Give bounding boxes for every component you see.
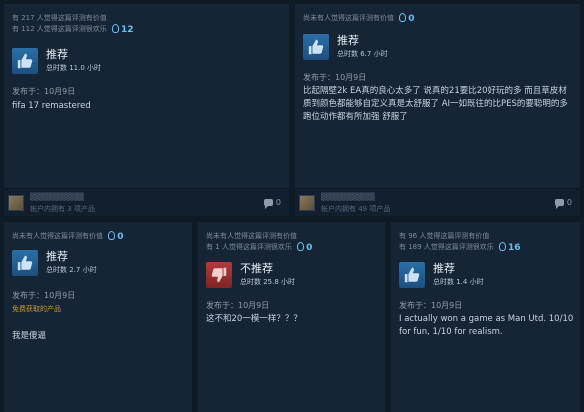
avatar[interactable] bbox=[299, 195, 315, 211]
award-count: 0 bbox=[306, 243, 313, 253]
award-icon bbox=[297, 242, 305, 251]
review-body: 比起隔壁2k EA真的良心太多了 说真的21要比20好玩的多 而且草皮材质到颜色… bbox=[303, 86, 568, 122]
award-badge[interactable]: 0 bbox=[108, 231, 124, 243]
review-card[interactable]: 有 217 人觉得这篇评测有价值 有 112 人觉得这篇评测很欢乐 12 推荐 … bbox=[4, 4, 289, 216]
playtime-hours: 总时数 6.7 小时 bbox=[337, 50, 388, 58]
funny-count-text: 有 1 人觉得这篇评测很欢乐 bbox=[206, 243, 292, 251]
review-card[interactable]: 尚未有人觉得这篇评测有价值 0 推荐 总时数 6.7 小时 发布于：10月9日 … bbox=[295, 4, 580, 216]
award-icon bbox=[112, 24, 120, 33]
posted-date: 发布于：10月9日 bbox=[399, 301, 463, 310]
avatar[interactable] bbox=[8, 195, 24, 211]
review-verdict: 推荐 总时数 6.7 小时 bbox=[303, 34, 388, 60]
comment-count[interactable]: 0 bbox=[263, 198, 281, 209]
verdict-label: 推荐 bbox=[433, 262, 455, 275]
verdict-label: 不推荐 bbox=[240, 262, 273, 275]
playtime-hours: 总时数 1.4 小时 bbox=[433, 278, 484, 286]
thumbs-down-icon bbox=[206, 262, 232, 288]
review-verdict: 推荐 总时数 2.7 小时 bbox=[12, 250, 97, 276]
comment-count-value: 0 bbox=[275, 198, 281, 207]
helpful-count: 尚未有人觉得这篇评测有价值 bbox=[206, 232, 297, 240]
helpful-count: 有 217 人觉得这篇评测有价值 bbox=[12, 14, 107, 22]
funny-count-text: 有 112 人觉得这篇评测很欢乐 bbox=[12, 25, 107, 33]
award-icon bbox=[499, 242, 507, 251]
posted-date: 发布于：10月9日 bbox=[303, 73, 367, 82]
helpful-count: 有 96 人觉得这篇评测有价值 bbox=[399, 232, 490, 240]
thumbs-up-icon bbox=[12, 250, 38, 276]
review-footer: ▒▒▒▒▒▒▒▒▒▒ 帐户内拥有 49 项产品 0 bbox=[295, 188, 580, 216]
helpful-count-text: 尚未有人觉得这篇评测有价值 bbox=[303, 14, 394, 22]
award-count: 16 bbox=[508, 243, 521, 253]
award-count: 0 bbox=[408, 14, 415, 24]
review-verdict: 不推荐 总时数 25.8 小时 bbox=[206, 262, 295, 288]
award-badge[interactable]: 16 bbox=[499, 242, 521, 254]
funny-count: 有 112 人觉得这篇评测很欢乐 12 bbox=[12, 24, 281, 36]
posted-date: 发布于：10月9日 bbox=[12, 291, 76, 300]
playtime-hours: 总时数 11.0 小时 bbox=[46, 64, 102, 72]
comment-count-value: 0 bbox=[566, 198, 572, 207]
thumbs-up-icon bbox=[303, 34, 329, 60]
review-card[interactable]: 尚未有人觉得这篇评测有价值 有 1 人觉得这篇评测很欢乐 0 不推荐 总时数 2… bbox=[198, 222, 385, 412]
award-icon bbox=[399, 13, 407, 22]
helpful-count: 尚未有人觉得这篇评测有价值 0 bbox=[303, 13, 572, 25]
review-verdict: 推荐 总时数 11.0 小时 bbox=[12, 48, 101, 74]
review-verdict: 推荐 总时数 1.4 小时 bbox=[399, 262, 484, 288]
thumbs-up-icon bbox=[12, 48, 38, 74]
award-badge[interactable]: 12 bbox=[112, 24, 134, 36]
products-owned: 帐户内拥有 3 项产品 bbox=[30, 205, 95, 213]
review-footer: ▒▒▒▒▒▒▒▒▒▒ 帐户内拥有 3 项产品 0 bbox=[4, 188, 289, 216]
verdict-label: 推荐 bbox=[46, 48, 68, 61]
products-owned: 帐户内拥有 49 项产品 bbox=[321, 205, 391, 213]
posted-date: 发布于：10月9日 bbox=[12, 87, 76, 96]
verdict-label: 推荐 bbox=[46, 250, 68, 263]
helpful-count-text: 尚未有人觉得这篇评测有价值 bbox=[12, 232, 103, 240]
verdict-label: 推荐 bbox=[337, 34, 359, 47]
award-badge[interactable]: 0 bbox=[399, 13, 415, 25]
posted-date: 发布于：10月9日 bbox=[206, 301, 270, 310]
funny-count: 有 189 人觉得这篇评测很欢乐 16 bbox=[399, 242, 572, 254]
comment-bubble-icon bbox=[263, 199, 273, 209]
helpful-count: 尚未有人觉得这篇评测有价值 0 bbox=[12, 231, 184, 243]
free-product-note: 免费获取的产品 bbox=[12, 305, 61, 313]
review-body: fifa 17 remastered bbox=[12, 101, 91, 111]
review-body: 这不和20一模一样？？？ bbox=[206, 314, 302, 324]
review-body: 我是傻逼 bbox=[12, 331, 47, 341]
review-body: I actually won a game as Man Utd. 10/10 … bbox=[399, 314, 574, 337]
author-name-blurred[interactable]: ▒▒▒▒▒▒▒▒▒▒ bbox=[30, 193, 84, 201]
award-count: 12 bbox=[121, 25, 134, 35]
thumbs-up-icon bbox=[399, 262, 425, 288]
award-icon bbox=[108, 231, 116, 240]
author-name-blurred[interactable]: ▒▒▒▒▒▒▒▒▒▒ bbox=[321, 193, 375, 201]
review-card[interactable]: 有 96 人觉得这篇评测有价值 有 189 人觉得这篇评测很欢乐 16 推荐 总… bbox=[391, 222, 580, 412]
comment-count[interactable]: 0 bbox=[554, 198, 572, 209]
award-count: 0 bbox=[117, 232, 124, 242]
funny-count: 有 1 人觉得这篇评测很欢乐 0 bbox=[206, 242, 377, 254]
playtime-hours: 总时数 2.7 小时 bbox=[46, 266, 97, 274]
review-card[interactable]: 尚未有人觉得这篇评测有价值 0 推荐 总时数 2.7 小时 发布于：10月9日 … bbox=[4, 222, 192, 412]
funny-count-text: 有 189 人觉得这篇评测很欢乐 bbox=[399, 243, 494, 251]
award-badge[interactable]: 0 bbox=[297, 242, 312, 254]
comment-bubble-icon bbox=[554, 199, 564, 209]
playtime-hours: 总时数 25.8 小时 bbox=[240, 278, 296, 286]
